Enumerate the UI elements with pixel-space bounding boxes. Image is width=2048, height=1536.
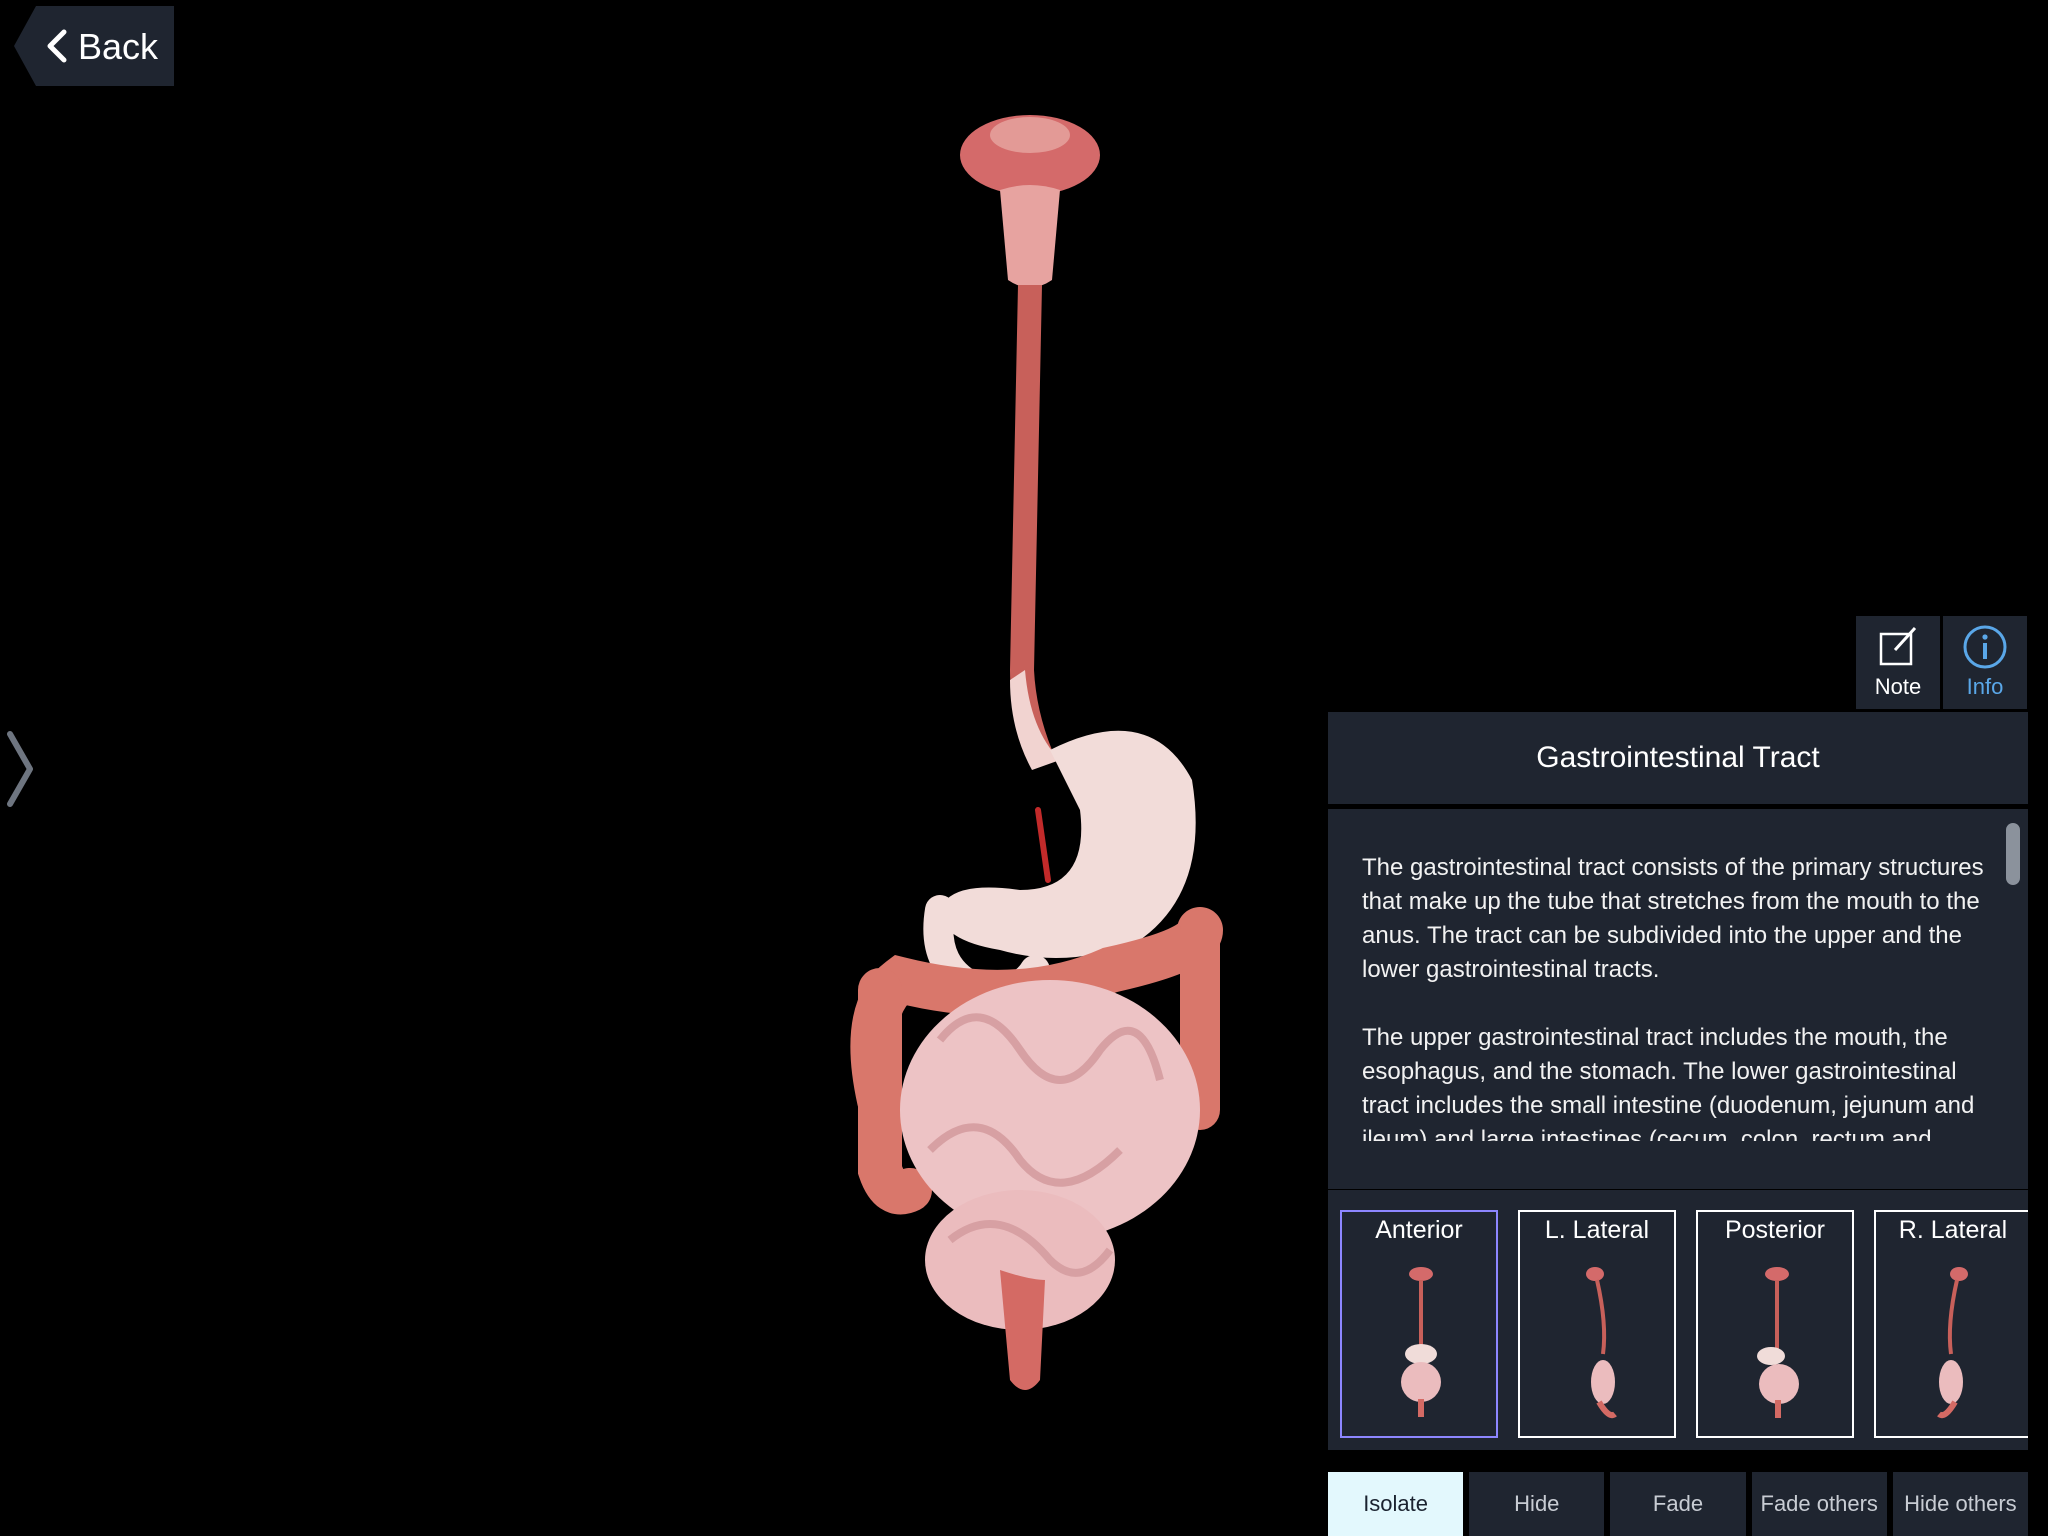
note-edit-icon (1879, 626, 1917, 666)
left-lateral-thumbnail (1586, 1267, 1617, 1419)
view-right-lateral[interactable]: R. Lateral (1874, 1210, 2028, 1438)
description-paragraph: The upper gastrointestinal tract include… (1362, 1024, 1975, 1141)
posterior-thumbnail (1757, 1267, 1799, 1418)
chevron-right-icon[interactable] (4, 730, 36, 808)
view-label: Posterior (1724, 1216, 1826, 1244)
anterior-thumbnail (1401, 1267, 1441, 1417)
view-posterior[interactable]: Posterior (1696, 1210, 1854, 1438)
info-label: Info (1966, 674, 2004, 699)
fade-others-button[interactable]: Fade others (1751, 1472, 1887, 1536)
hide-others-button[interactable]: Hide others (1892, 1472, 2029, 1536)
right-lateral-thumbnail (1937, 1267, 1968, 1419)
chevron-left-icon (47, 29, 67, 63)
info-icon (1963, 625, 2007, 669)
back-label: Back (78, 26, 159, 67)
view-label: R. Lateral (1898, 1216, 2008, 1244)
back-button[interactable]: Back (14, 6, 174, 86)
view-selector: Anterior L. Lateral Posterior R. Lateral (1328, 1190, 2028, 1450)
info-panel: Gastrointestinal Tract The gastrointesti… (1328, 712, 2029, 1536)
fade-button[interactable]: Fade (1610, 1472, 1746, 1536)
isolate-button[interactable]: Isolate (1328, 1472, 1464, 1536)
view-anterior[interactable]: Anterior (1340, 1210, 1498, 1438)
gastrointestinal-3d-model[interactable] (820, 90, 1240, 1430)
note-label: Note (1874, 674, 1922, 699)
panel-title: Gastrointestinal Tract (1328, 712, 2028, 804)
hide-button[interactable]: Hide (1469, 1472, 1605, 1536)
view-label: L. Lateral (1544, 1216, 1650, 1244)
description-text: The gastrointestinal tract consists of t… (1362, 851, 1994, 1141)
info-button[interactable]: Info (1943, 616, 2027, 709)
action-bar: Isolate Hide Fade Fade others Hide other… (1328, 1472, 2029, 1536)
note-button[interactable]: Note (1856, 616, 1940, 709)
description-paragraph: The gastrointestinal tract consists of t… (1362, 854, 1984, 983)
view-label: Anterior (1375, 1216, 1463, 1244)
description-scroll-area[interactable]: The gastrointestinal tract consists of t… (1328, 809, 2028, 1189)
view-left-lateral[interactable]: L. Lateral (1518, 1210, 1676, 1438)
scrollbar[interactable] (2006, 823, 2020, 885)
